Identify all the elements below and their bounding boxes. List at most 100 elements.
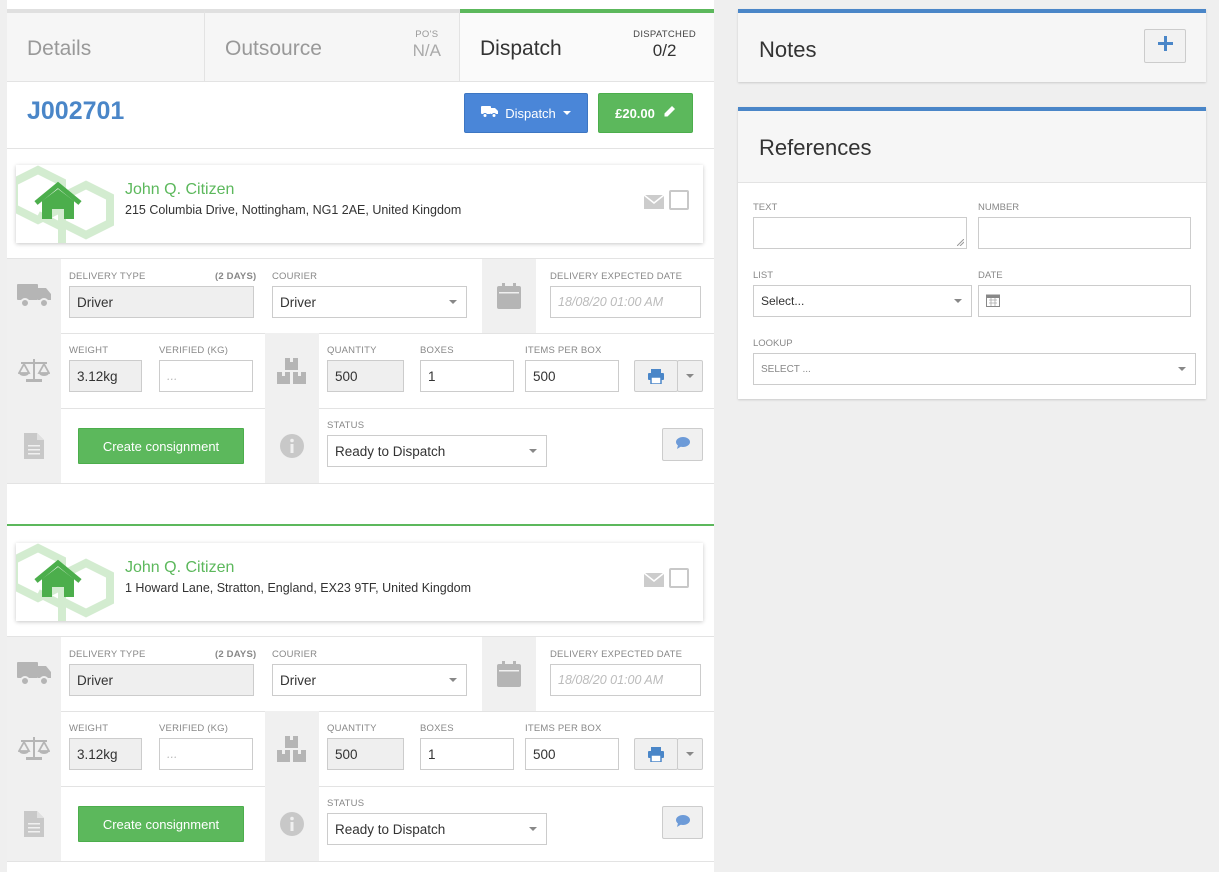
dispatch-dropdown-button[interactable]: Dispatch bbox=[464, 93, 588, 133]
delivery-type-field[interactable]: Driver bbox=[69, 286, 254, 318]
select-checkbox[interactable] bbox=[669, 568, 689, 588]
lookup-value: SELECT ... bbox=[761, 363, 811, 375]
verified-label: VERIFIED (KG) bbox=[159, 345, 229, 356]
weight-label: WEIGHT bbox=[69, 723, 109, 734]
customer-address: 215 Columbia Drive, Nottingham, NG1 2AE,… bbox=[125, 203, 462, 217]
chevron-down-icon bbox=[954, 299, 962, 303]
list-select[interactable]: Select... bbox=[753, 285, 972, 317]
chevron-down-icon bbox=[529, 449, 537, 453]
mail-icon[interactable] bbox=[643, 194, 665, 214]
courier-select[interactable]: Driver bbox=[272, 286, 467, 318]
boxes-input[interactable]: 1 bbox=[420, 360, 514, 392]
chevron-down-icon bbox=[449, 678, 457, 682]
delivery-days-label: (2 DAYS) bbox=[215, 271, 257, 282]
house-icon bbox=[16, 543, 116, 621]
dispatched-count-label: DISPATCHED bbox=[633, 29, 696, 40]
status-label: STATUS bbox=[327, 798, 365, 809]
shipment-separator bbox=[7, 524, 714, 526]
tab-outsource[interactable]: Outsource PO'S N/A bbox=[205, 9, 460, 81]
scale-icon bbox=[7, 711, 61, 786]
expected-date-label: DELIVERY EXPECTED DATE bbox=[550, 271, 683, 282]
status-select[interactable]: Ready to Dispatch bbox=[327, 813, 547, 845]
print-options-button[interactable] bbox=[677, 738, 703, 770]
verified-weight-input[interactable]: ... bbox=[159, 360, 253, 392]
references-title: References bbox=[759, 135, 872, 160]
packing-row: WEIGHT 3.12kg VERIFIED (KG) ... QUANTITY… bbox=[7, 333, 714, 409]
references-panel: References TEXT NUMBER LIST Select... DA… bbox=[738, 107, 1206, 399]
dispatched-count: DISPATCHED 0/2 bbox=[633, 29, 696, 61]
lookup-label: LOOKUP bbox=[753, 338, 793, 349]
consignment-row: Create consignment STATUS Ready to Dispa… bbox=[7, 408, 714, 484]
dispatch-button-label: Dispatch bbox=[505, 105, 556, 121]
courier-value: Driver bbox=[280, 672, 316, 688]
courier-value: Driver bbox=[280, 294, 316, 310]
delivery-type-label: DELIVERY TYPE bbox=[69, 649, 146, 660]
create-consignment-button[interactable]: Create consignment bbox=[78, 428, 244, 464]
print-icon bbox=[648, 369, 664, 389]
quantity-field[interactable]: 500 bbox=[327, 738, 404, 770]
customer-address: 1 Howard Lane, Stratton, England, EX23 9… bbox=[125, 581, 472, 595]
text-input[interactable] bbox=[753, 217, 967, 249]
text-label: TEXT bbox=[753, 202, 778, 213]
price-edit-button[interactable]: £20.00 bbox=[598, 93, 693, 133]
status-value: Ready to Dispatch bbox=[335, 443, 446, 459]
verified-weight-input[interactable]: ... bbox=[159, 738, 253, 770]
truck-icon bbox=[481, 105, 499, 121]
customer-name: John Q. Citizen bbox=[125, 181, 235, 198]
customer-name: John Q. Citizen bbox=[125, 559, 235, 576]
dispatch-column: Details Outsource PO'S N/A Dispatch DISP… bbox=[7, 0, 714, 872]
quantity-label: QUANTITY bbox=[327, 723, 377, 734]
comment-button[interactable] bbox=[662, 806, 703, 839]
expected-date-input[interactable]: 18/08/20 01:00 AM bbox=[550, 286, 701, 318]
packing-row: WEIGHT 3.12kg VERIFIED (KG) ... QUANTITY… bbox=[7, 711, 714, 787]
select-checkbox[interactable] bbox=[669, 190, 689, 210]
print-icon bbox=[648, 747, 664, 767]
shipment-card: John Q. Citizen 215 Columbia Drive, Nott… bbox=[7, 165, 714, 485]
boxes-input[interactable]: 1 bbox=[420, 738, 514, 770]
delivery-row: DELIVERY TYPE (2 DAYS) Driver COURIER Dr… bbox=[7, 258, 714, 334]
delivery-type-field[interactable]: Driver bbox=[69, 664, 254, 696]
number-input[interactable] bbox=[978, 217, 1191, 249]
courier-label: COURIER bbox=[272, 271, 318, 282]
po-count-label: PO'S bbox=[415, 29, 439, 40]
date-input[interactable] bbox=[978, 285, 1191, 317]
scale-icon bbox=[7, 333, 61, 408]
tab-dispatch-label: Dispatch bbox=[480, 37, 562, 60]
calendar-icon bbox=[482, 637, 536, 711]
dispatched-count-value: 0/2 bbox=[652, 41, 677, 60]
print-button[interactable] bbox=[634, 360, 678, 392]
items-per-box-input[interactable]: 500 bbox=[525, 738, 619, 770]
tab-details[interactable]: Details bbox=[7, 9, 205, 81]
mail-icon[interactable] bbox=[643, 572, 665, 592]
lookup-select[interactable]: SELECT ... bbox=[753, 353, 1196, 385]
truck-icon bbox=[7, 259, 61, 333]
items-per-box-input[interactable]: 500 bbox=[525, 360, 619, 392]
chevron-down-icon bbox=[686, 374, 694, 378]
print-options-button[interactable] bbox=[677, 360, 703, 392]
create-consignment-button[interactable]: Create consignment bbox=[78, 806, 244, 842]
po-count-value: N/A bbox=[412, 41, 441, 60]
pencil-icon bbox=[663, 105, 676, 121]
comment-button[interactable] bbox=[662, 428, 703, 461]
quantity-field[interactable]: 500 bbox=[327, 360, 404, 392]
quantity-label: QUANTITY bbox=[327, 345, 377, 356]
notes-panel: Notes bbox=[738, 9, 1206, 82]
notes-header: Notes bbox=[738, 13, 1206, 82]
print-button[interactable] bbox=[634, 738, 678, 770]
tab-dispatch[interactable]: Dispatch DISPATCHED 0/2 bbox=[460, 9, 714, 81]
truck-icon bbox=[7, 637, 61, 711]
add-note-button[interactable] bbox=[1144, 29, 1186, 63]
job-id: J002701 bbox=[27, 97, 125, 125]
verified-label: VERIFIED (KG) bbox=[159, 723, 229, 734]
tab-outsource-label: Outsource bbox=[225, 37, 322, 60]
expected-date-input[interactable]: 18/08/20 01:00 AM bbox=[550, 664, 701, 696]
comment-icon bbox=[675, 814, 690, 832]
courier-select[interactable]: Driver bbox=[272, 664, 467, 696]
list-label: LIST bbox=[753, 270, 774, 281]
weight-field[interactable]: 3.12kg bbox=[69, 738, 142, 770]
list-value: Select... bbox=[761, 294, 805, 308]
house-icon bbox=[16, 165, 116, 243]
status-select[interactable]: Ready to Dispatch bbox=[327, 435, 547, 467]
weight-field[interactable]: 3.12kg bbox=[69, 360, 142, 392]
job-tabs: Details Outsource PO'S N/A Dispatch DISP… bbox=[7, 9, 714, 82]
